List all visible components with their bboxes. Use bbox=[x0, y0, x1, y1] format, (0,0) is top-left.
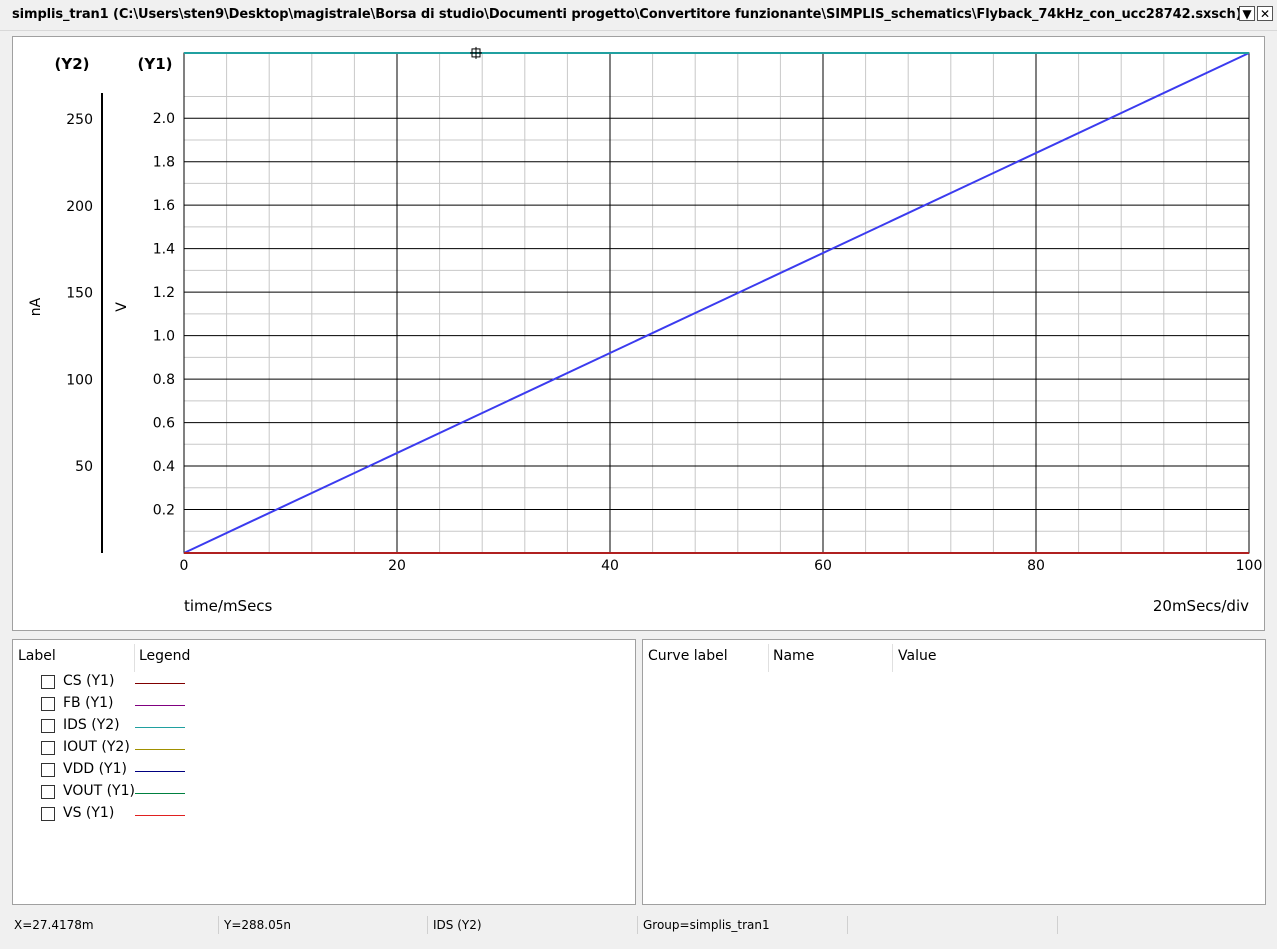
legend-checkbox[interactable] bbox=[41, 741, 55, 755]
y1-tick-label: 1.2 bbox=[153, 285, 175, 301]
triangle-down-icon[interactable]: ▼ bbox=[1239, 6, 1255, 21]
y1-unit-label: V bbox=[114, 302, 130, 312]
status-separator bbox=[218, 916, 219, 934]
legend-checkbox[interactable] bbox=[41, 807, 55, 821]
legend-header-legend[interactable]: Legend bbox=[139, 648, 190, 664]
legend-item-label: FB (Y1) bbox=[63, 695, 114, 711]
y1-tick-label: 1.8 bbox=[153, 155, 175, 171]
y1-tick-label: 0.6 bbox=[153, 416, 175, 432]
x-division-label: 20mSecs/div bbox=[1153, 597, 1249, 615]
status-curve: IDS (Y2) bbox=[433, 918, 482, 932]
legend-item[interactable]: IDS (Y2) bbox=[41, 716, 201, 738]
legend-item-label: VDD (Y1) bbox=[63, 761, 127, 777]
legend-item[interactable]: IOUT (Y2) bbox=[41, 738, 201, 760]
x-tick-label: 0 bbox=[180, 558, 189, 574]
series-line bbox=[183, 52, 1250, 554]
status-group: Group=simplis_tran1 bbox=[643, 918, 770, 932]
column-separator[interactable] bbox=[892, 644, 893, 672]
values-header-value[interactable]: Value bbox=[898, 648, 936, 664]
column-separator[interactable] bbox=[134, 644, 135, 672]
legend-item[interactable]: VS (Y1) bbox=[41, 804, 201, 826]
waveform-chart[interactable]: 0 20 40 60 80 100 0.2 0.4 0.6 0.8 1.0 1.2 1.4 1.6 1.8 2… bbox=[13, 37, 1264, 630]
x-tick-label: 60 bbox=[814, 558, 832, 574]
legend-panel: Label Legend CS (Y1) FB (Y1) IDS (Y2) IOUT … bbox=[12, 639, 636, 905]
y1-tick-label: 0.2 bbox=[153, 503, 175, 519]
legend-header-label[interactable]: Label bbox=[18, 648, 56, 664]
legend-line-swatch bbox=[135, 705, 185, 706]
y2-unit-label: nA bbox=[28, 297, 44, 316]
status-cursor-y: Y=288.05n bbox=[224, 918, 291, 932]
status-separator bbox=[1057, 916, 1058, 934]
status-bar: X=27.4178m Y=288.05n IDS (Y2) Group=simp… bbox=[0, 913, 1277, 937]
legend-checkbox[interactable] bbox=[41, 785, 55, 799]
status-separator bbox=[847, 916, 848, 934]
y1-tick-label: 1.6 bbox=[153, 198, 175, 214]
legend-line-swatch bbox=[135, 793, 185, 794]
y2-tick-label: 200 bbox=[66, 199, 93, 215]
legend-line-swatch bbox=[135, 749, 185, 750]
legend-item-label: CS (Y1) bbox=[63, 673, 115, 689]
window-title: simplis_tran1 (C:\Users\sten9\Desktop\ma… bbox=[12, 7, 1242, 22]
legend-line-swatch bbox=[135, 727, 185, 728]
y2-tick-label: 150 bbox=[66, 286, 93, 302]
y2-tick-label: 250 bbox=[66, 112, 93, 128]
legend-item-label: IOUT (Y2) bbox=[63, 739, 130, 755]
y2-axis-tag: (Y2) bbox=[54, 55, 89, 73]
legend-checkbox[interactable] bbox=[41, 763, 55, 777]
x-unit-label: time/mSecs bbox=[184, 597, 273, 615]
legend-line-swatch bbox=[135, 815, 185, 816]
column-separator[interactable] bbox=[768, 644, 769, 672]
values-header-curve-label[interactable]: Curve label bbox=[648, 648, 728, 664]
y1-axis-tag: (Y1) bbox=[137, 55, 172, 73]
legend-item-label: IDS (Y2) bbox=[63, 717, 120, 733]
y1-tick-label: 1.4 bbox=[153, 242, 175, 258]
close-icon[interactable]: ✕ bbox=[1257, 6, 1273, 21]
y1-tick-label: 0.8 bbox=[153, 372, 175, 388]
x-tick-label: 20 bbox=[388, 558, 406, 574]
x-tick-label: 40 bbox=[601, 558, 619, 574]
legend-checkbox[interactable] bbox=[41, 719, 55, 733]
legend-line-swatch bbox=[135, 771, 185, 772]
legend-checkbox[interactable] bbox=[41, 675, 55, 689]
status-separator bbox=[637, 916, 638, 934]
legend-item[interactable]: VOUT (Y1) bbox=[41, 782, 201, 804]
legend-item[interactable]: VDD (Y1) bbox=[41, 760, 201, 782]
legend-checkbox[interactable] bbox=[41, 697, 55, 711]
x-tick-label: 80 bbox=[1027, 558, 1045, 574]
y1-tick-label: 0.4 bbox=[153, 459, 175, 475]
legend-item-label: VS (Y1) bbox=[63, 805, 115, 821]
status-separator bbox=[427, 916, 428, 934]
y2-tick-label: 100 bbox=[66, 372, 93, 388]
y2-tick-label: 50 bbox=[75, 459, 93, 475]
curve-values-panel: Curve label Name Value bbox=[642, 639, 1266, 905]
graph-panel[interactable]: 0 20 40 60 80 100 0.2 0.4 0.6 0.8 1.0 1.2 1.4 1.6 1.8 2… bbox=[12, 36, 1265, 631]
y1-tick-label: 2.0 bbox=[153, 111, 175, 127]
legend-item[interactable]: FB (Y1) bbox=[41, 694, 201, 716]
legend-item-label: VOUT (Y1) bbox=[63, 783, 135, 799]
y1-tick-label: 1.0 bbox=[153, 329, 175, 345]
x-tick-label: 100 bbox=[1236, 558, 1263, 574]
legend-line-swatch bbox=[135, 683, 185, 684]
status-cursor-x: X=27.4178m bbox=[14, 918, 94, 932]
values-header-name[interactable]: Name bbox=[773, 648, 814, 664]
title-bar: simplis_tran1 (C:\Users\sten9\Desktop\ma… bbox=[0, 0, 1277, 31]
legend-item[interactable]: CS (Y1) bbox=[41, 672, 201, 694]
